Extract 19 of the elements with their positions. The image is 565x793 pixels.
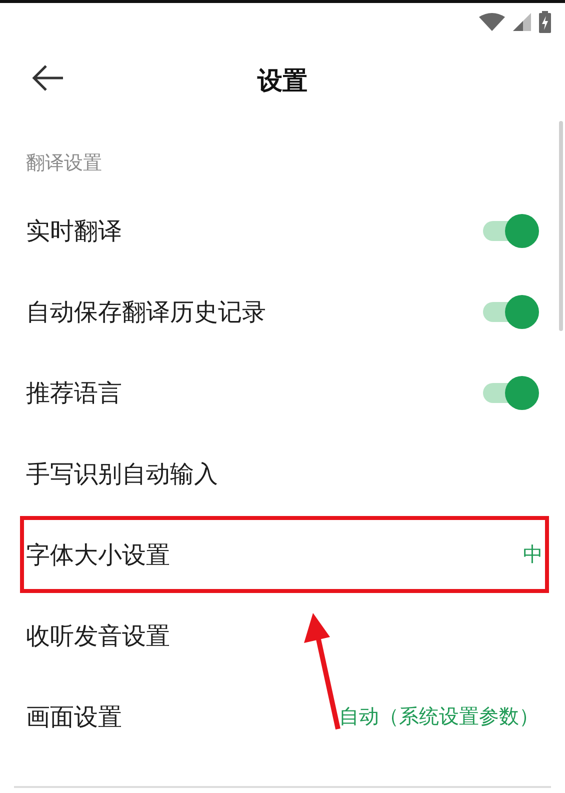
toggle-switch[interactable]: [481, 376, 539, 410]
toggle-switch[interactable]: [481, 294, 539, 328]
back-arrow-icon[interactable]: [32, 64, 64, 92]
setting-label: 手写识别自动输入: [26, 458, 218, 490]
setting-label: 自动保存翻译历史记录: [26, 296, 266, 328]
signal-icon: [513, 12, 531, 30]
wifi-icon: [479, 12, 505, 30]
setting-label: 实时翻译: [26, 216, 122, 246]
setting-label: 收听发音设置: [26, 620, 170, 652]
setting-label: 画面设置: [26, 702, 122, 732]
section-title: 翻译设置: [26, 152, 102, 174]
setting-value: 中: [523, 541, 543, 568]
setting-label: 字体大小设置: [26, 540, 170, 570]
highlighted-setting-row[interactable]: 字体大小设置 中: [18, 514, 551, 595]
setting-label: 推荐语言: [26, 378, 122, 408]
battery-icon: [539, 10, 551, 32]
toggle-switch[interactable]: [481, 214, 539, 248]
setting-value: 自动（系统设置参数）: [339, 703, 539, 730]
page-title: 设置: [258, 64, 308, 96]
